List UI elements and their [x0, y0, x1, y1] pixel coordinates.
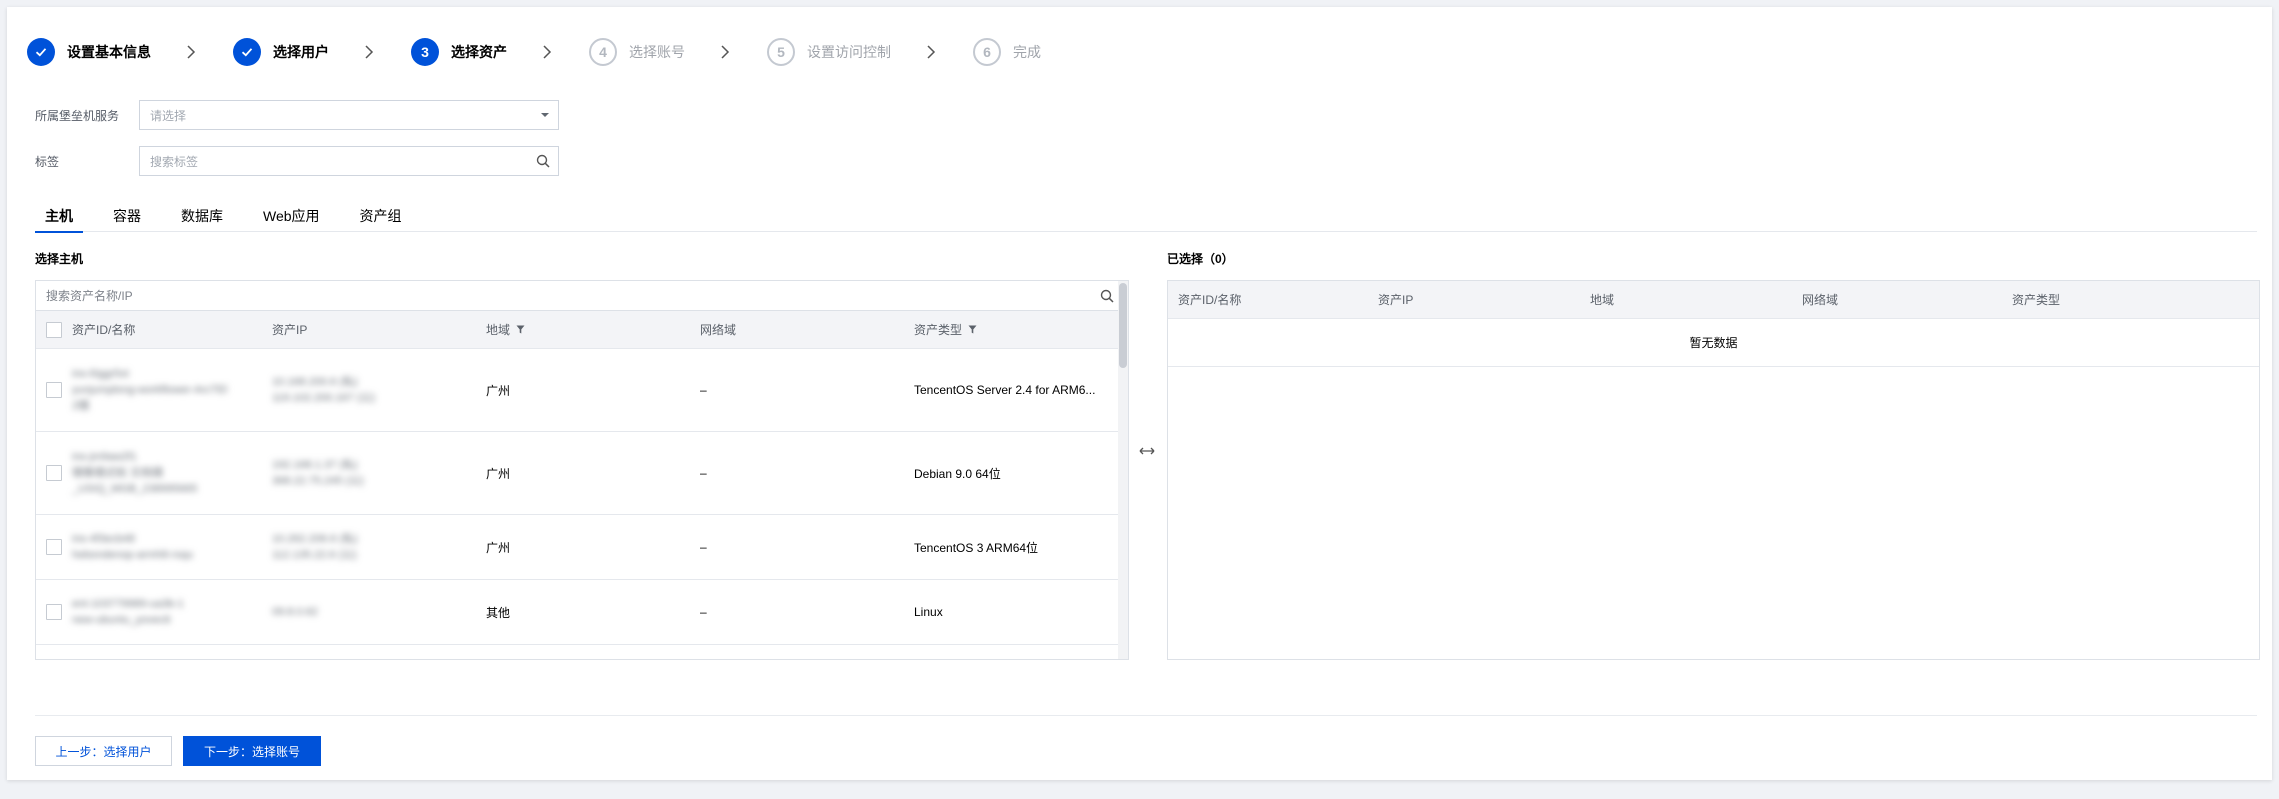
tag-row: 标签 搜索标签	[35, 146, 559, 176]
asset-region: 广州	[486, 383, 511, 398]
prev-button[interactable]: 上一步：选择用户	[35, 736, 172, 766]
tab-database[interactable]: 数据库	[171, 206, 233, 232]
step-label: 设置访问控制	[807, 44, 891, 60]
asset-ip: 192.168.1.37 (私) 368.22.75.245 (公)	[272, 459, 364, 487]
step-indicator: 设置基本信息 选择用户 3 选择资产 4 选择账号 5 设置访问控制 6 完成	[27, 38, 1041, 66]
scrollbar[interactable]	[1118, 281, 1128, 659]
column-header: 资产ID/名称	[72, 323, 136, 337]
table-header: 资产ID/名称 资产IP 地域 网络域 资产类型	[36, 311, 1128, 349]
asset-search-placeholder: 搜索资产名称/IP	[46, 289, 133, 303]
asset-ip: 10.262.206.6 (私) 112.135.22.6 (公)	[272, 533, 358, 561]
step-label: 选择账号	[629, 44, 685, 60]
asset-type: TencentOS 3 ARM64位	[914, 540, 1039, 555]
tab-host[interactable]: 主机	[35, 206, 83, 233]
column-header: 地域	[486, 323, 511, 337]
column-header: 资产IP	[1378, 293, 1414, 307]
bastion-placeholder: 请选择	[150, 108, 187, 123]
filter-icon[interactable]	[516, 325, 525, 334]
step-number: 5	[767, 38, 795, 66]
chevron-right-icon	[715, 42, 735, 62]
tag-placeholder: 搜索标签	[150, 154, 199, 169]
check-icon	[233, 38, 261, 66]
asset-name: ent-103779989-ua3b-1 new-ubuntu_yovectt	[72, 598, 184, 626]
asset-network: –	[700, 540, 707, 554]
step-basic-info[interactable]: 设置基本信息	[27, 38, 151, 66]
asset-region: 其他	[486, 605, 511, 620]
row-checkbox[interactable]	[46, 604, 62, 620]
swap-arrows-icon	[1139, 444, 1155, 459]
selected-panel: 资产ID/名称 资产IP 地域 网络域 资产类型 暂无数据	[1167, 280, 2260, 660]
asset-network: –	[700, 383, 707, 397]
chevron-right-icon	[359, 42, 379, 62]
column-header: 网络域	[1802, 293, 1839, 307]
asset-ip: 10.168.200.6 (私) 119.102.200.167 (公)	[272, 376, 376, 404]
footer-divider	[35, 715, 2257, 716]
caret-down-icon	[540, 112, 550, 118]
selected-title: 已选择（0）	[1167, 252, 1234, 266]
host-list-panel: 搜索资产名称/IP 资产ID/名称 资产IP 地域 网络域 资产类型 ins-l…	[35, 280, 1129, 660]
column-header: 资产类型	[914, 323, 963, 337]
row-checkbox[interactable]	[46, 382, 62, 398]
asset-ip: 09.8.0.62	[272, 606, 318, 618]
tag-label: 标签	[35, 154, 60, 169]
asset-network: –	[700, 605, 707, 619]
asset-name: ins-l0ggr5xt yunjumplong-workflower-ArcTE…	[72, 368, 228, 412]
scrollbar-thumb[interactable]	[1119, 283, 1127, 368]
step-select-user[interactable]: 选择用户	[233, 38, 329, 66]
step-label: 选择资产	[451, 44, 507, 60]
step-access-control[interactable]: 5 设置访问控制	[767, 38, 891, 66]
asset-type: TencentOS Server 2.4 for ARM6...	[914, 383, 1096, 397]
table-row[interactable]: ent-103779989-ua3b-1 new-ubuntu_yovectt 0…	[36, 580, 1128, 645]
search-icon[interactable]	[536, 154, 550, 168]
column-header: 资产类型	[2012, 293, 2061, 307]
column-header: 网络域	[700, 323, 737, 337]
bastion-row: 所属堡垒机服务 请选择	[35, 100, 559, 130]
empty-state: 暂无数据	[1168, 319, 2259, 367]
column-header: 地域	[1590, 293, 1615, 307]
chevron-right-icon	[181, 42, 201, 62]
filter-icon[interactable]	[968, 325, 977, 334]
tab-container[interactable]: 容器	[103, 206, 151, 232]
bastion-label: 所属堡垒机服务	[35, 108, 120, 123]
asset-type-tabs: 主机 容器 数据库 Web应用 资产组	[35, 206, 2257, 233]
asset-region: 广州	[486, 540, 511, 555]
asset-network: –	[700, 466, 707, 480]
row-checkbox[interactable]	[46, 465, 62, 481]
bastion-select[interactable]: 请选择	[139, 100, 559, 130]
tab-asset-group[interactable]: 资产组	[350, 206, 412, 232]
check-icon	[27, 38, 55, 66]
step-complete[interactable]: 6 完成	[973, 38, 1041, 66]
column-header: 资产IP	[272, 323, 308, 337]
wizard-card: 设置基本信息 选择用户 3 选择资产 4 选择账号 5 设置访问控制 6 完成	[7, 7, 2272, 780]
asset-type: Debian 9.0 64位	[914, 466, 1001, 481]
asset-search-input[interactable]: 搜索资产名称/IP	[36, 281, 1128, 311]
table-row[interactable]: ins-jm9aw2f1 镜像镜式标 文档镜 _USIQ_MGB_238995665…	[36, 432, 1128, 515]
step-number: 4	[589, 38, 617, 66]
chevron-right-icon	[921, 42, 941, 62]
step-label: 选择用户	[273, 44, 329, 60]
asset-name: ins-4f3ecb48 hebondenop-armh8-rsqu	[72, 533, 194, 561]
asset-name: ins-jm9aw2f1 镜像镜式标 文档镜 _USIQ_MGB_238995665	[72, 451, 198, 495]
select-all-checkbox[interactable]	[46, 321, 62, 338]
step-select-account[interactable]: 4 选择账号	[589, 38, 685, 66]
table-row[interactable]: ins-4f3ecb48 hebondenop-armh8-rsqu 10.262…	[36, 515, 1128, 580]
chevron-right-icon	[537, 42, 557, 62]
asset-type: Linux	[914, 605, 943, 619]
next-button[interactable]: 下一步：选择账号	[183, 736, 321, 766]
row-checkbox[interactable]	[46, 539, 62, 555]
step-number: 6	[973, 38, 1001, 66]
step-label: 设置基本信息	[67, 44, 151, 60]
step-number: 3	[411, 38, 439, 66]
tab-web-app[interactable]: Web应用	[253, 206, 330, 232]
tag-search-input[interactable]: 搜索标签	[139, 146, 559, 176]
column-header: 资产ID/名称	[1178, 293, 1242, 307]
step-select-asset[interactable]: 3 选择资产	[411, 38, 507, 66]
table-row[interactable]: ins-l0ggr5xt yunjumplong-workflower-ArcTE…	[36, 349, 1128, 432]
select-host-title: 选择主机	[35, 252, 84, 266]
search-icon[interactable]	[1100, 289, 1114, 303]
table-header: 资产ID/名称 资产IP 地域 网络域 资产类型	[1168, 281, 2259, 319]
asset-region: 广州	[486, 466, 511, 481]
step-label: 完成	[1013, 44, 1041, 60]
